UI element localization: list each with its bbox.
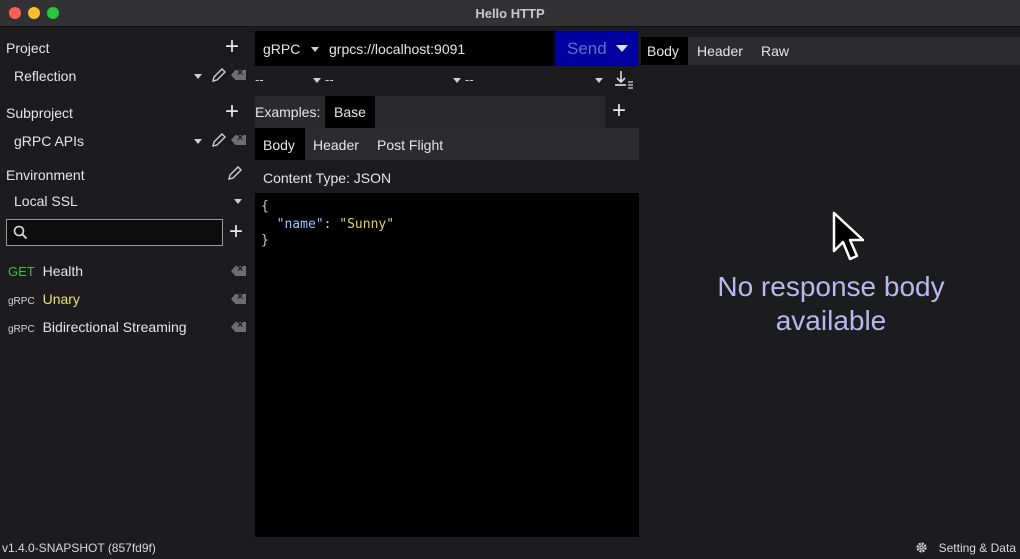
request-item-unary[interactable]: gRPC Unary	[8, 291, 80, 307]
request-panel: gRPC grpcs://localhost:9091 Send -- -- -…	[255, 27, 639, 537]
delete-project-icon[interactable]	[231, 70, 246, 80]
edit-subproject-pencil-icon[interactable]	[211, 132, 227, 148]
empty-response-message: No response body available	[681, 270, 981, 338]
environment-select[interactable]: Local SSL	[14, 193, 78, 209]
subproject-select[interactable]: gRPC APIs	[14, 133, 84, 149]
request-method-badge: gRPC	[8, 296, 35, 307]
settings-and-data-link[interactable]: Setting & Data	[939, 541, 1016, 555]
empty-response-line2: available	[775, 305, 887, 336]
project-select[interactable]: Reflection	[14, 68, 76, 84]
tab-header[interactable]: Header	[313, 128, 359, 160]
kv-select-2-chevron-icon[interactable]	[453, 78, 461, 83]
json-key: "name"	[276, 217, 324, 232]
delete-subproject-icon[interactable]	[231, 135, 246, 145]
json-value: "Sunny"	[339, 217, 395, 232]
request-method-badge: GET	[8, 264, 35, 279]
tab-body[interactable]: Body	[255, 128, 305, 160]
tab-post-flight[interactable]: Post Flight	[377, 128, 443, 160]
window-title: Hello HTTP	[475, 6, 545, 21]
response-tab-header[interactable]: Header	[697, 37, 743, 65]
status-bar: v1.4.0-SNAPSHOT (857fd9f) Setting & Data	[0, 537, 1020, 559]
send-button-label: Send	[567, 39, 607, 58]
subproject-dropdown-chevron-icon[interactable]	[194, 139, 202, 144]
empty-response-line1: No response body	[717, 271, 945, 302]
json-close-brace: }	[261, 233, 269, 248]
edit-project-pencil-icon[interactable]	[211, 67, 227, 83]
version-label: v1.4.0-SNAPSHOT (857fd9f)	[2, 541, 156, 555]
add-subproject-icon[interactable]: +	[225, 100, 239, 124]
request-method-badge: gRPC	[8, 324, 35, 335]
response-tab-body[interactable]: Body	[641, 37, 688, 65]
request-tabs: Body Header Post Flight	[255, 128, 639, 160]
url-input[interactable]: grpcs://localhost:9091	[329, 41, 465, 57]
gear-icon[interactable]	[915, 541, 928, 554]
window-titlebar: Hello HTTP	[0, 0, 1020, 27]
environment-dropdown-chevron-icon[interactable]	[234, 199, 242, 204]
example-tab-label: Base	[334, 104, 366, 120]
protocol-select[interactable]: gRPC	[263, 41, 300, 57]
add-example-icon[interactable]: +	[612, 99, 626, 123]
response-panel: Body Header Raw No response body availab…	[641, 27, 1020, 537]
kv-select-3-chevron-icon[interactable]	[595, 78, 603, 83]
json-colon: :	[323, 217, 340, 232]
kv-select-1-chevron-icon[interactable]	[313, 78, 321, 83]
send-options-chevron-icon[interactable]	[616, 45, 628, 52]
request-item-bidirectional-streaming[interactable]: gRPC Bidirectional Streaming	[8, 319, 187, 335]
content-type-label: Content Type: JSON	[263, 170, 392, 186]
request-item-health[interactable]: GET Health	[8, 263, 83, 279]
examples-bar: Examples: Base	[255, 96, 605, 128]
request-name: Unary	[42, 291, 80, 307]
environment-label: Environment	[6, 167, 85, 183]
protocol-dropdown-chevron-icon[interactable]	[311, 47, 319, 52]
examples-label: Examples:	[255, 104, 321, 120]
request-name: Bidirectional Streaming	[42, 319, 187, 335]
search-input[interactable]	[6, 219, 223, 246]
json-open-brace: {	[261, 199, 269, 214]
project-label: Project	[6, 40, 50, 56]
request-body-editor[interactable]: { "name": "Sunny" }	[255, 193, 639, 537]
kv-select-3[interactable]: --	[465, 72, 474, 87]
url-bar: gRPC grpcs://localhost:9091 Send	[255, 31, 638, 66]
request-name: Health	[42, 263, 84, 279]
subproject-label: Subproject	[6, 105, 73, 121]
response-tabs: Body Header Raw	[641, 37, 1020, 65]
sidebar: Project + Reflection Subproject + gRPC A…	[0, 27, 253, 537]
example-tab-base[interactable]: Base	[325, 96, 375, 128]
add-request-icon[interactable]: +	[229, 220, 243, 244]
response-tab-raw[interactable]: Raw	[761, 37, 789, 65]
add-project-icon[interactable]: +	[225, 35, 239, 59]
download-icon[interactable]	[613, 69, 635, 91]
kv-select-2[interactable]: --	[325, 72, 334, 87]
kv-select-1[interactable]: --	[255, 72, 264, 87]
delete-request-icon[interactable]	[231, 322, 246, 332]
mouse-pointer-icon	[832, 211, 865, 261]
send-button[interactable]: Send	[555, 31, 638, 66]
project-dropdown-chevron-icon[interactable]	[194, 74, 202, 79]
delete-request-icon[interactable]	[231, 266, 246, 276]
edit-environment-pencil-icon[interactable]	[227, 165, 243, 181]
search-icon	[13, 225, 28, 240]
delete-request-icon[interactable]	[231, 294, 246, 304]
